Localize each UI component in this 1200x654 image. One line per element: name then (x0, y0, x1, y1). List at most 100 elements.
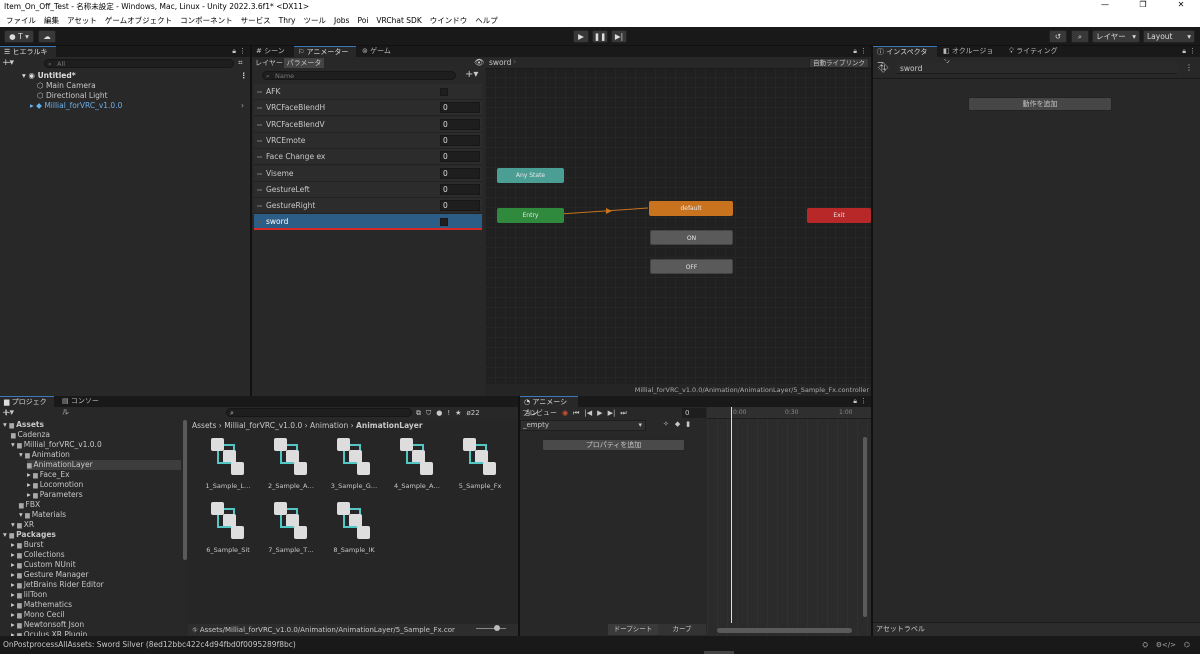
drag-handle-icon[interactable] (257, 91, 262, 93)
cloud-button[interactable]: ☁ (38, 30, 56, 43)
more-icon[interactable]: ⋮ (860, 46, 867, 57)
clip-dropdown[interactable]: _empty ▾ (520, 420, 646, 431)
breadcrumb-item[interactable]: Animation (310, 421, 348, 430)
minimize-icon[interactable]: — (1086, 0, 1124, 14)
drag-handle-icon[interactable] (257, 156, 262, 159)
asset-labels-section[interactable]: アセットラベル (873, 622, 1200, 636)
folder-tree-item[interactable]: ▸ ▆ Burst (11, 540, 181, 550)
layout-dropdown[interactable]: Layout ▾ (1143, 30, 1195, 43)
asset-item[interactable]: 2_Sample_A… (261, 438, 321, 490)
folder-tree-item[interactable]: ▾ ▆ Animation (19, 450, 181, 460)
folder-tree-item[interactable]: ▸ ▆ Mathematics (11, 600, 181, 610)
folder-tree-item[interactable]: ▸ ▆ Collections (11, 550, 181, 560)
hierarchy-item-directional-light[interactable]: ⬡ Directional Light (37, 91, 108, 101)
history-button[interactable]: ↺ (1049, 30, 1067, 43)
animator-graph[interactable]: sword › 自動ライブリンク Any State Entry default… (485, 57, 871, 396)
parameter-value-field[interactable]: 0 (440, 102, 480, 114)
lock-icon[interactable]: 🔒︎ (232, 46, 236, 57)
folder-tree-item[interactable]: ▾ ▆ Materials (19, 510, 181, 520)
icon-size-slider[interactable] (476, 628, 506, 629)
debug-icon[interactable]: ⌬ (1184, 636, 1190, 654)
exit-node[interactable]: Exit (807, 208, 871, 223)
add-behaviour-button[interactable]: 動作を追加 (968, 97, 1112, 111)
next-keyframe-icon[interactable]: ▶| (608, 407, 616, 419)
account-button[interactable]: ● T ▾ (4, 30, 34, 43)
tab-parameters[interactable]: パラメーター (284, 58, 324, 77)
drag-handle-icon[interactable] (257, 123, 262, 126)
layers-dropdown[interactable]: レイヤー ▾ (1092, 30, 1140, 43)
more-icon[interactable]: ⋮ (1185, 63, 1193, 72)
code-icon[interactable]: </> (1162, 636, 1176, 654)
close-icon[interactable]: ✕ (1162, 0, 1200, 14)
hidden-packages-toggle[interactable]: ø22 (466, 408, 479, 418)
frame-field[interactable]: 0 (682, 408, 706, 418)
scene-root[interactable]: ▾ ◉ Untitled* ⋮ (22, 71, 248, 81)
timeline-area[interactable]: 0:00 0:30 1:00 (707, 407, 871, 636)
play-icon[interactable]: ▶ (597, 407, 602, 419)
folder-tree-item[interactable]: ▸ ▆ Face_Ex (27, 470, 181, 480)
menu-item[interactable]: VRChat SDK (372, 14, 425, 27)
timeline-scrollbar[interactable] (717, 628, 852, 633)
tab-lighting[interactable]: 💡︎ ライティング (1005, 46, 1063, 57)
add-parameter-button[interactable]: +▾ (465, 69, 478, 81)
add-event-icon[interactable]: ◆ (675, 420, 680, 431)
maximize-icon[interactable]: ❐ (1124, 0, 1162, 14)
tab-console[interactable]: ▤ コンソール (58, 396, 108, 416)
parameter-row[interactable]: sword (254, 214, 482, 231)
asset-item[interactable]: 6_Sample_Sit (198, 502, 258, 554)
tree-scrollbar[interactable] (183, 420, 187, 560)
folder-tree-item[interactable]: ▸ ▆ Parameters (27, 490, 181, 500)
parameter-row[interactable]: VRCEmote 0 (254, 132, 482, 149)
breadcrumb-item-current[interactable]: AnimationLayer (356, 421, 423, 430)
menu-item[interactable]: サービス (237, 14, 275, 27)
search-button[interactable]: ⌕ (1071, 30, 1089, 43)
add-property-button[interactable]: プロパティを追加 (542, 439, 685, 451)
first-keyframe-icon[interactable]: ⏮ (573, 407, 579, 419)
create-asset-button[interactable]: +▾ (2, 408, 18, 418)
parameter-row[interactable]: GestureRight 0 (254, 198, 482, 215)
folder-tree-item[interactable]: ▾ ▆ XR (11, 520, 181, 530)
drag-handle-icon[interactable] (257, 188, 262, 191)
parameter-value-field[interactable]: 0 (440, 183, 480, 195)
record-icon[interactable]: ◉ (562, 407, 568, 419)
folder-tree-item[interactable]: ▸ ▆ Locomotion (27, 480, 181, 490)
folder-tree-item[interactable]: ▾ ▆ Packages (3, 530, 181, 540)
parameter-search-input[interactable]: ⌕ Name (262, 71, 456, 80)
project-search-input[interactable]: ⌕ (226, 408, 412, 417)
menu-item[interactable]: ツール (300, 14, 331, 27)
more-icon[interactable]: ⋮ (860, 396, 867, 407)
menu-item[interactable]: ファイル (2, 14, 40, 27)
tab-layers[interactable]: レイヤー (254, 58, 284, 68)
entry-node[interactable]: Entry (497, 208, 564, 223)
default-state-node[interactable]: default (649, 201, 733, 216)
parameter-value-field[interactable]: 0 (440, 151, 480, 163)
tab-inspector[interactable]: ⓘ インスペクター (873, 46, 937, 67)
tab-scene[interactable]: # シーン (252, 46, 292, 57)
tab-occlusion[interactable]: ◧ オクルージョン (939, 46, 1003, 66)
status-message[interactable]: OnPostprocessAllAssets: Sword Silver (8e… (3, 640, 296, 649)
timeline-vertical-scrollbar[interactable] (863, 437, 867, 617)
search-by-type-icon[interactable]: ⧉ (416, 408, 421, 418)
parameter-value-field[interactable]: 0 (440, 200, 480, 212)
parameter-row[interactable]: GestureLeft 0 (254, 181, 482, 198)
lock-icon[interactable]: 🔒︎ (1182, 46, 1186, 57)
tab-project[interactable]: ▆ プロジェクト (0, 396, 54, 417)
menu-item[interactable]: コンポーネント (176, 14, 237, 27)
tab-animation[interactable]: ◔ アニメーション (520, 396, 578, 417)
folder-tree-item[interactable]: ▾ ▆ Millial_forVRC_v1.0.0 (11, 440, 181, 450)
folder-tree-item[interactable]: ▸ ▆ Gesture Manager (11, 570, 181, 580)
pause-button[interactable]: ❚❚ (592, 30, 608, 43)
chevron-right-icon[interactable]: › (241, 101, 244, 111)
breadcrumb-item[interactable]: Assets (192, 421, 216, 430)
asset-item[interactable]: 4_Sample_A… (387, 438, 447, 490)
hierarchy-search-input[interactable]: ⌕ All (44, 59, 234, 68)
progress-icon[interactable]: ⛭ (1142, 636, 1148, 654)
search-by-label-icon[interactable]: ⛉ (426, 408, 431, 418)
object-name-field[interactable]: sword (897, 63, 1177, 74)
divider[interactable] (518, 396, 520, 636)
drag-handle-icon[interactable] (257, 107, 262, 110)
tab-game[interactable]: ⊚ ゲーム (358, 46, 398, 57)
on-state-node[interactable]: ON (650, 230, 733, 245)
lock-icon[interactable]: 🔒︎ (853, 396, 857, 407)
filter-icon[interactable]: ⌗ (238, 58, 243, 68)
